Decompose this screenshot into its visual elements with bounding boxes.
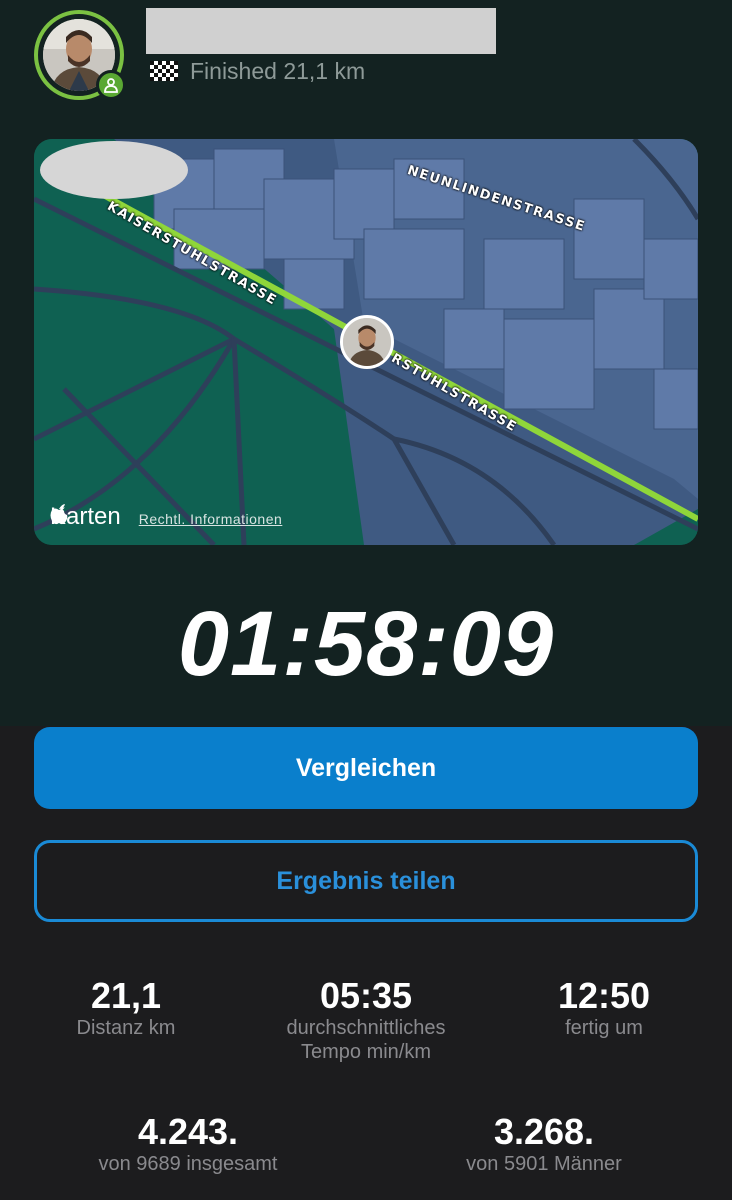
compare-button[interactable]: Vergleichen bbox=[34, 727, 698, 809]
redacted-name bbox=[146, 8, 496, 54]
rank-label: von 9689 insgesamt bbox=[98, 1153, 278, 1175]
rank-gender: 3.268. von 5901 Männer bbox=[424, 1112, 664, 1176]
rank-value: 3.268. bbox=[493, 1111, 595, 1152]
user-avatar[interactable] bbox=[34, 10, 126, 100]
rank-label: von 5901 Männer bbox=[466, 1153, 622, 1175]
rank-value: 4.243. bbox=[137, 1111, 239, 1152]
finish-time: 01:58:09 bbox=[177, 593, 555, 695]
route-map[interactable]: NEUNLINDENSTRASSE KAISERSTUHLSTRASSE RST… bbox=[34, 139, 698, 545]
stat-value: 05:35 bbox=[319, 975, 413, 1016]
stat-value: 21,1 bbox=[90, 975, 162, 1016]
rank-overall: 4.243. von 9689 insgesamt bbox=[68, 1112, 308, 1176]
user-icon bbox=[96, 70, 126, 100]
stat-pace: 05:35 durchschnittliches Tempo min/km bbox=[266, 976, 466, 1064]
finished-status: Finished 21,1 km bbox=[150, 58, 365, 85]
stat-finish-clock: 12:50 fertig um bbox=[524, 976, 684, 1040]
apple-maps-logo: Karten bbox=[50, 503, 121, 531]
stat-distance: 21,1 Distanz km bbox=[46, 976, 206, 1040]
finished-text: Finished 21,1 km bbox=[190, 58, 366, 84]
checkered-flag-icon bbox=[150, 60, 178, 81]
stat-label: Distanz km bbox=[76, 1017, 176, 1039]
stat-value: 12:50 bbox=[557, 975, 651, 1016]
runner-location-pin[interactable] bbox=[340, 315, 394, 369]
share-result-button[interactable]: Ergebnis teilen bbox=[34, 840, 698, 922]
apple-icon bbox=[50, 504, 68, 525]
map-attribution: Karten Rechtl. Informationen bbox=[50, 503, 282, 531]
stat-label: durchschnittliches Tempo min/km bbox=[286, 1017, 446, 1063]
redacted-map-label bbox=[40, 141, 188, 199]
stat-label: fertig um bbox=[565, 1017, 643, 1039]
legal-info-link[interactable]: Rechtl. Informationen bbox=[139, 511, 283, 527]
